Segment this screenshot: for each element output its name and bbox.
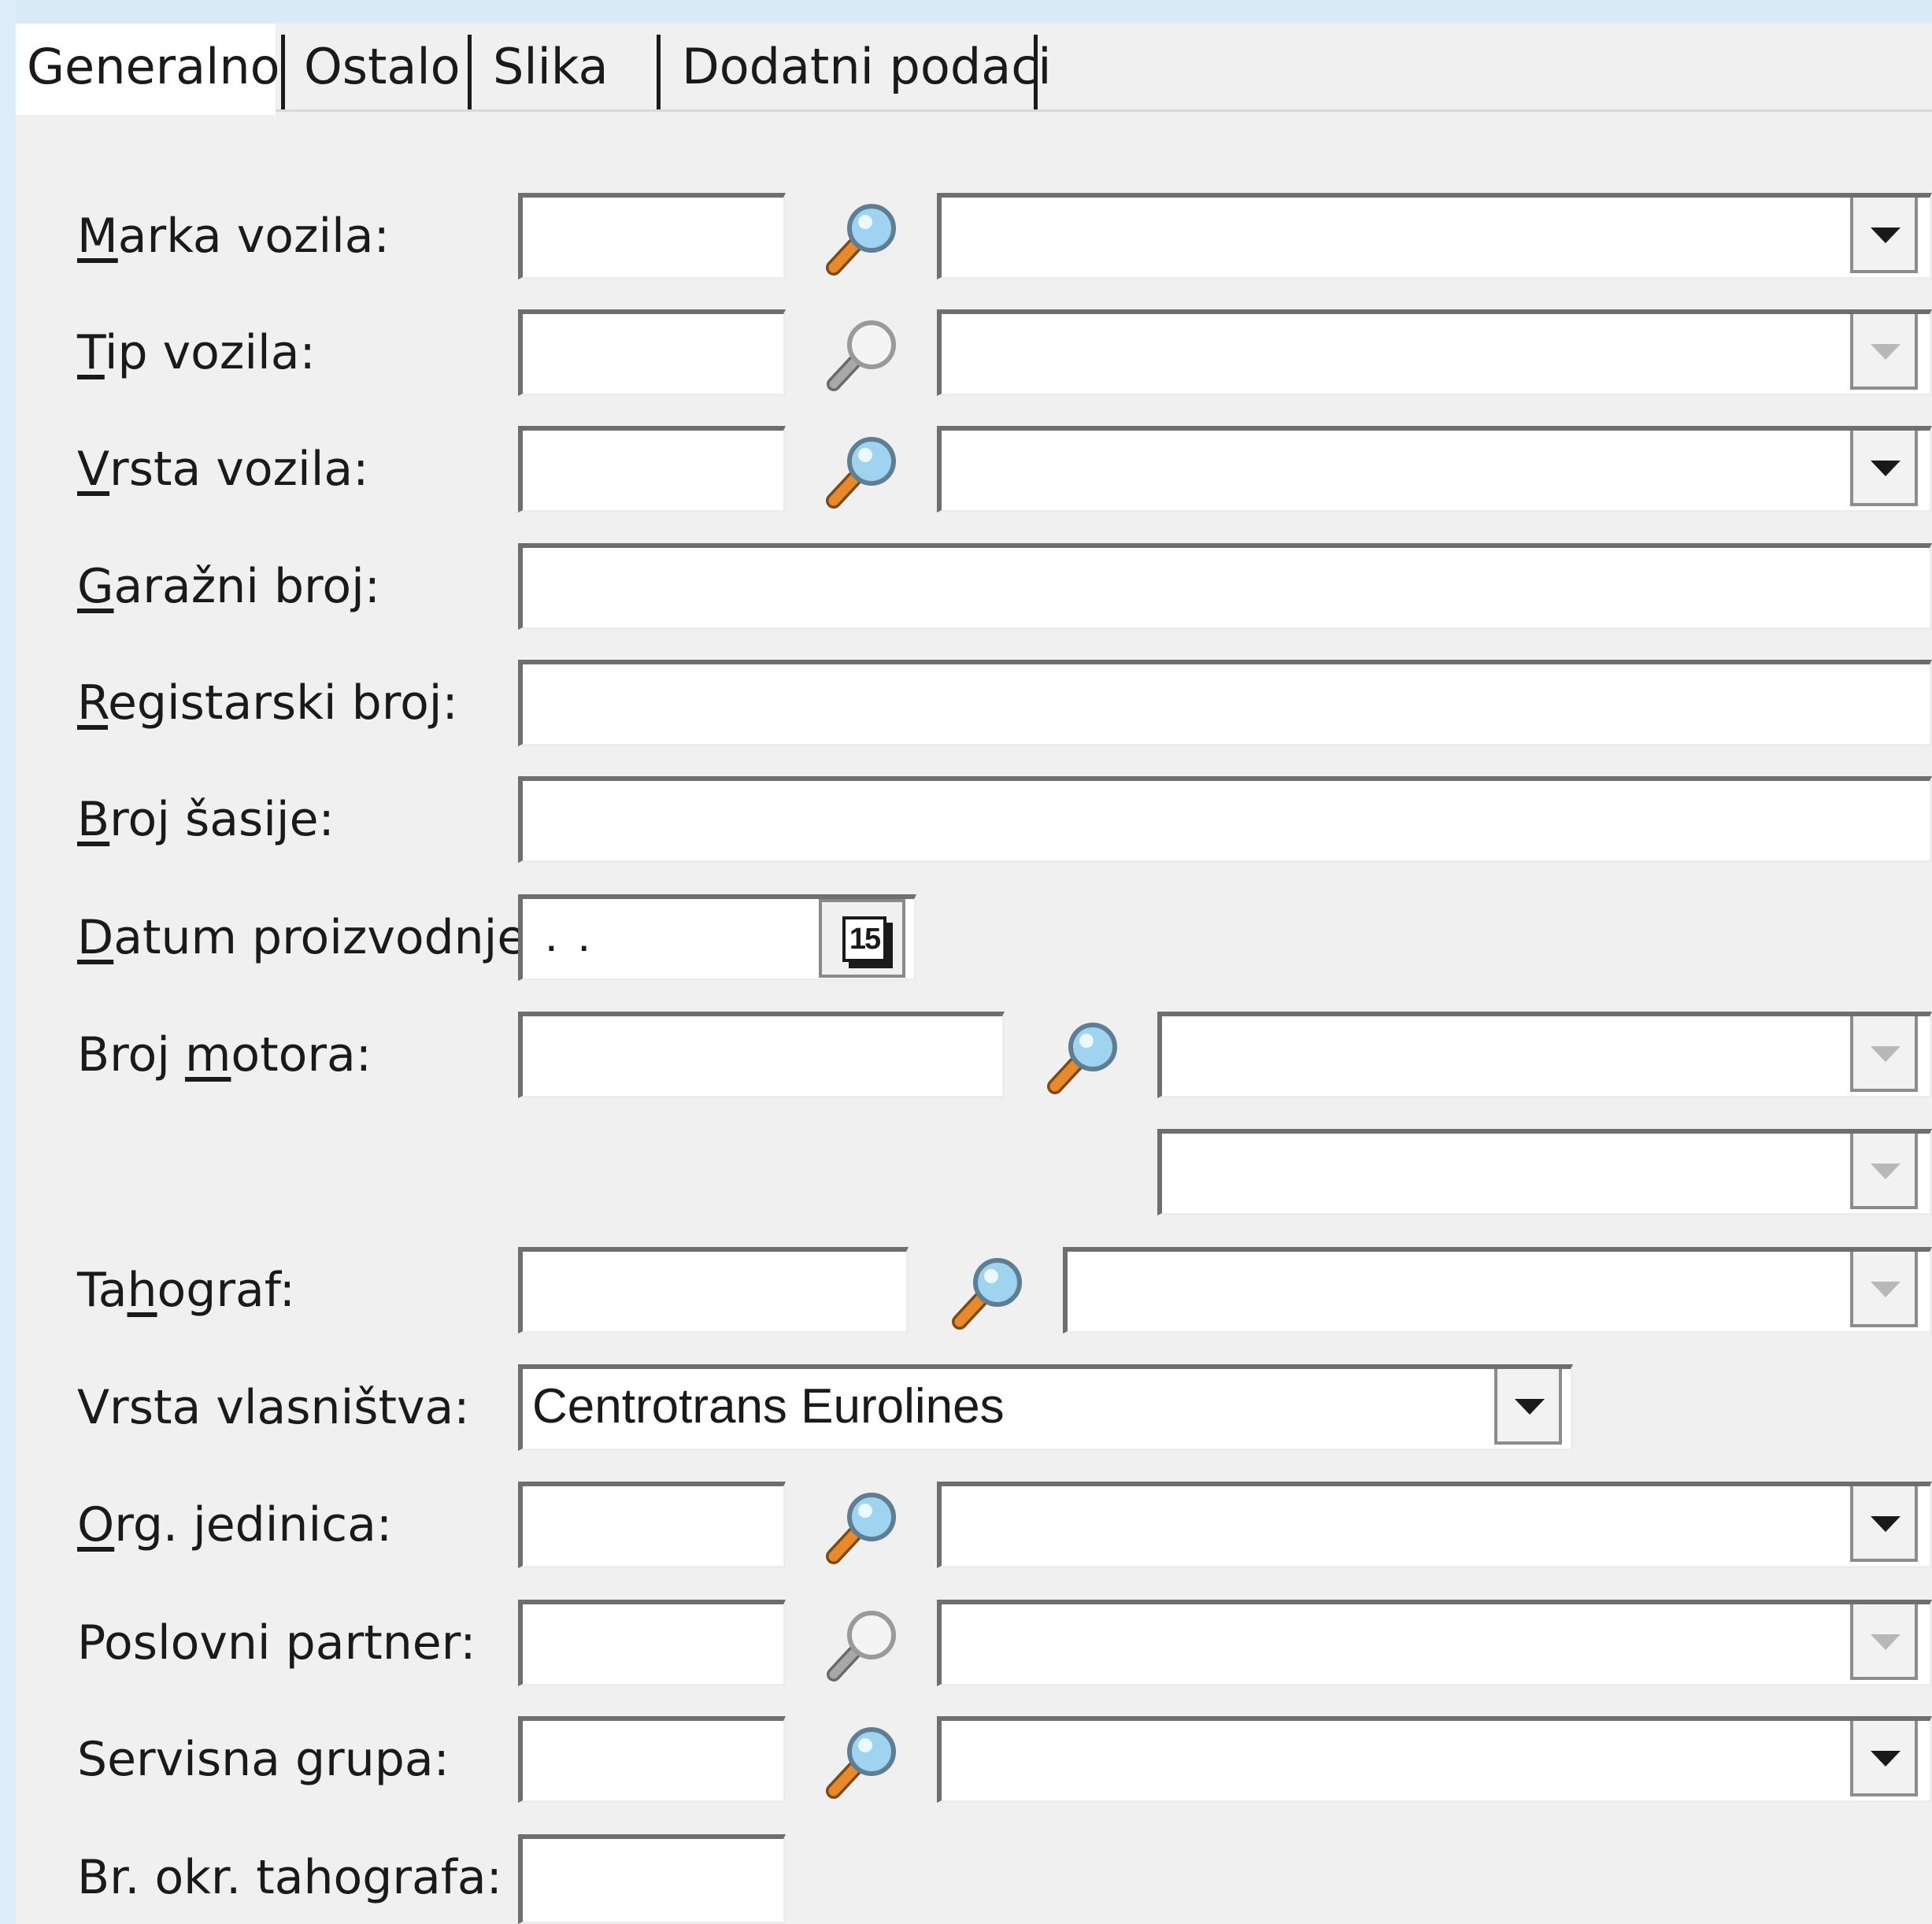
- tahograf-dropdown-button[interactable]: [1850, 1252, 1918, 1327]
- tahograf-magnifier-icon[interactable]: [949, 1251, 1027, 1330]
- poslovni-partner-code-input[interactable]: [518, 1600, 786, 1686]
- br-okr-tahografa-label: Br. okr. tahografa:: [77, 1850, 502, 1905]
- chevron-down-icon: [1871, 1046, 1901, 1062]
- broj-sasije-label: Broj šasije:: [77, 792, 335, 847]
- broj-motora-label: Broj motora:: [77, 1027, 372, 1082]
- vrsta-vozila-magnifier-icon[interactable]: [823, 430, 901, 509]
- vrsta-vlasnistva-dropdown-button[interactable]: [1494, 1369, 1562, 1445]
- garazni-broj-label: Garažni broj:: [77, 559, 380, 614]
- vrsta-vlasnistva-select[interactable]: Centrotrans Eurolines: [518, 1364, 1573, 1451]
- servisna-grupa-code-input[interactable]: [518, 1716, 786, 1803]
- broj-motora-secondary-combo[interactable]: [1157, 1129, 1932, 1215]
- vrsta-vlasnistva-label: Vrsta vlasništva:: [77, 1380, 470, 1435]
- tab-bar: Generalno Ostalo Slika Dodatni podaci: [16, 24, 1932, 115]
- vrsta-vozila-dropdown-button[interactable]: [1850, 431, 1918, 506]
- tahograf-code-input[interactable]: [518, 1247, 909, 1334]
- vrsta-vozila-label: Vrsta vozila:: [77, 442, 369, 497]
- datum-proizvodnje-label: Datum proizvodnje:: [77, 910, 542, 965]
- tab-separator: [657, 35, 661, 110]
- servisna-grupa-magnifier-icon[interactable]: [823, 1720, 901, 1799]
- tab-separator: [468, 35, 472, 110]
- tahograf-name-combo[interactable]: [1063, 1247, 1932, 1334]
- marka-vozila-magnifier-icon[interactable]: [823, 197, 901, 276]
- calendar-button[interactable]: 15: [819, 899, 905, 978]
- chevron-down-icon: [1871, 228, 1901, 243]
- window-frame-top: [0, 0, 1932, 24]
- tip-vozila-dropdown-button[interactable]: [1850, 314, 1918, 390]
- org-jedinica-label: Org. jedinica:: [77, 1497, 393, 1552]
- poslovni-partner-dropdown-button[interactable]: [1850, 1604, 1918, 1680]
- calendar-icon: 15: [842, 916, 886, 962]
- broj-motora-magnifier-icon[interactable]: [1044, 1016, 1123, 1094]
- registarski-broj-label: Registarski broj:: [77, 675, 458, 731]
- poslovni-partner-name-combo[interactable]: [937, 1600, 1932, 1686]
- tab-ostalo[interactable]: Ostalo: [291, 24, 480, 110]
- chevron-down-icon: [1871, 344, 1901, 360]
- poslovni-partner-magnifier-icon: [823, 1604, 901, 1682]
- marka-vozila-name-combo[interactable]: [937, 193, 1932, 279]
- broj-motora-dropdown-button[interactable]: [1850, 1016, 1918, 1092]
- servisna-grupa-dropdown-button[interactable]: [1850, 1721, 1918, 1796]
- org-jedinica-dropdown-button[interactable]: [1850, 1486, 1918, 1562]
- broj-motora-code-input[interactable]: [518, 1012, 1005, 1098]
- br-okr-tahografa-input[interactable]: [518, 1834, 786, 1924]
- org-jedinica-code-input[interactable]: [518, 1482, 786, 1568]
- poslovni-partner-label: Poslovni partner:: [77, 1615, 476, 1671]
- tip-vozila-magnifier-icon: [823, 313, 901, 392]
- tab-slika[interactable]: Slika: [480, 24, 669, 110]
- window-frame-left: [0, 0, 16, 1924]
- chevron-down-icon: [1871, 1516, 1901, 1532]
- org-jedinica-magnifier-icon[interactable]: [823, 1486, 901, 1564]
- tab-dodatni-podaci[interactable]: Dodatni podaci: [669, 24, 1052, 110]
- chevron-down-icon: [1871, 461, 1901, 476]
- vrsta-vozila-code-input[interactable]: [518, 426, 786, 512]
- vrsta-vozila-name-combo[interactable]: [937, 426, 1932, 512]
- tab-generalno[interactable]: Generalno: [16, 24, 280, 115]
- tip-vozila-label: Tip vozila:: [77, 325, 316, 380]
- broj-motora-secondary-dropdown-button[interactable]: [1850, 1134, 1918, 1209]
- tab-divider: [276, 109, 1932, 112]
- chevron-down-icon: [1515, 1399, 1545, 1415]
- servisna-grupa-label: Servisna grupa:: [77, 1732, 450, 1787]
- chevron-down-icon: [1871, 1282, 1901, 1297]
- chevron-down-icon: [1871, 1634, 1901, 1650]
- registarski-broj-input[interactable]: [518, 660, 1932, 746]
- tab-separator: [1034, 35, 1038, 110]
- marka-vozila-code-input[interactable]: [518, 193, 786, 279]
- chevron-down-icon: [1871, 1164, 1901, 1179]
- tip-vozila-code-input[interactable]: [518, 309, 786, 396]
- chevron-down-icon: [1871, 1751, 1901, 1767]
- tip-vozila-name-combo[interactable]: [937, 309, 1932, 396]
- marka-vozila-dropdown-button[interactable]: [1850, 198, 1918, 273]
- broj-motora-name-combo[interactable]: [1157, 1012, 1932, 1098]
- broj-sasije-input[interactable]: [518, 776, 1932, 863]
- garazni-broj-input[interactable]: [518, 543, 1932, 630]
- servisna-grupa-name-combo[interactable]: [937, 1716, 1932, 1803]
- marka-vozila-label: Marka vozila:: [77, 209, 390, 264]
- org-jedinica-name-combo[interactable]: [937, 1482, 1932, 1568]
- tab-separator: [281, 35, 285, 110]
- tahograf-label: Tahograf:: [77, 1263, 295, 1318]
